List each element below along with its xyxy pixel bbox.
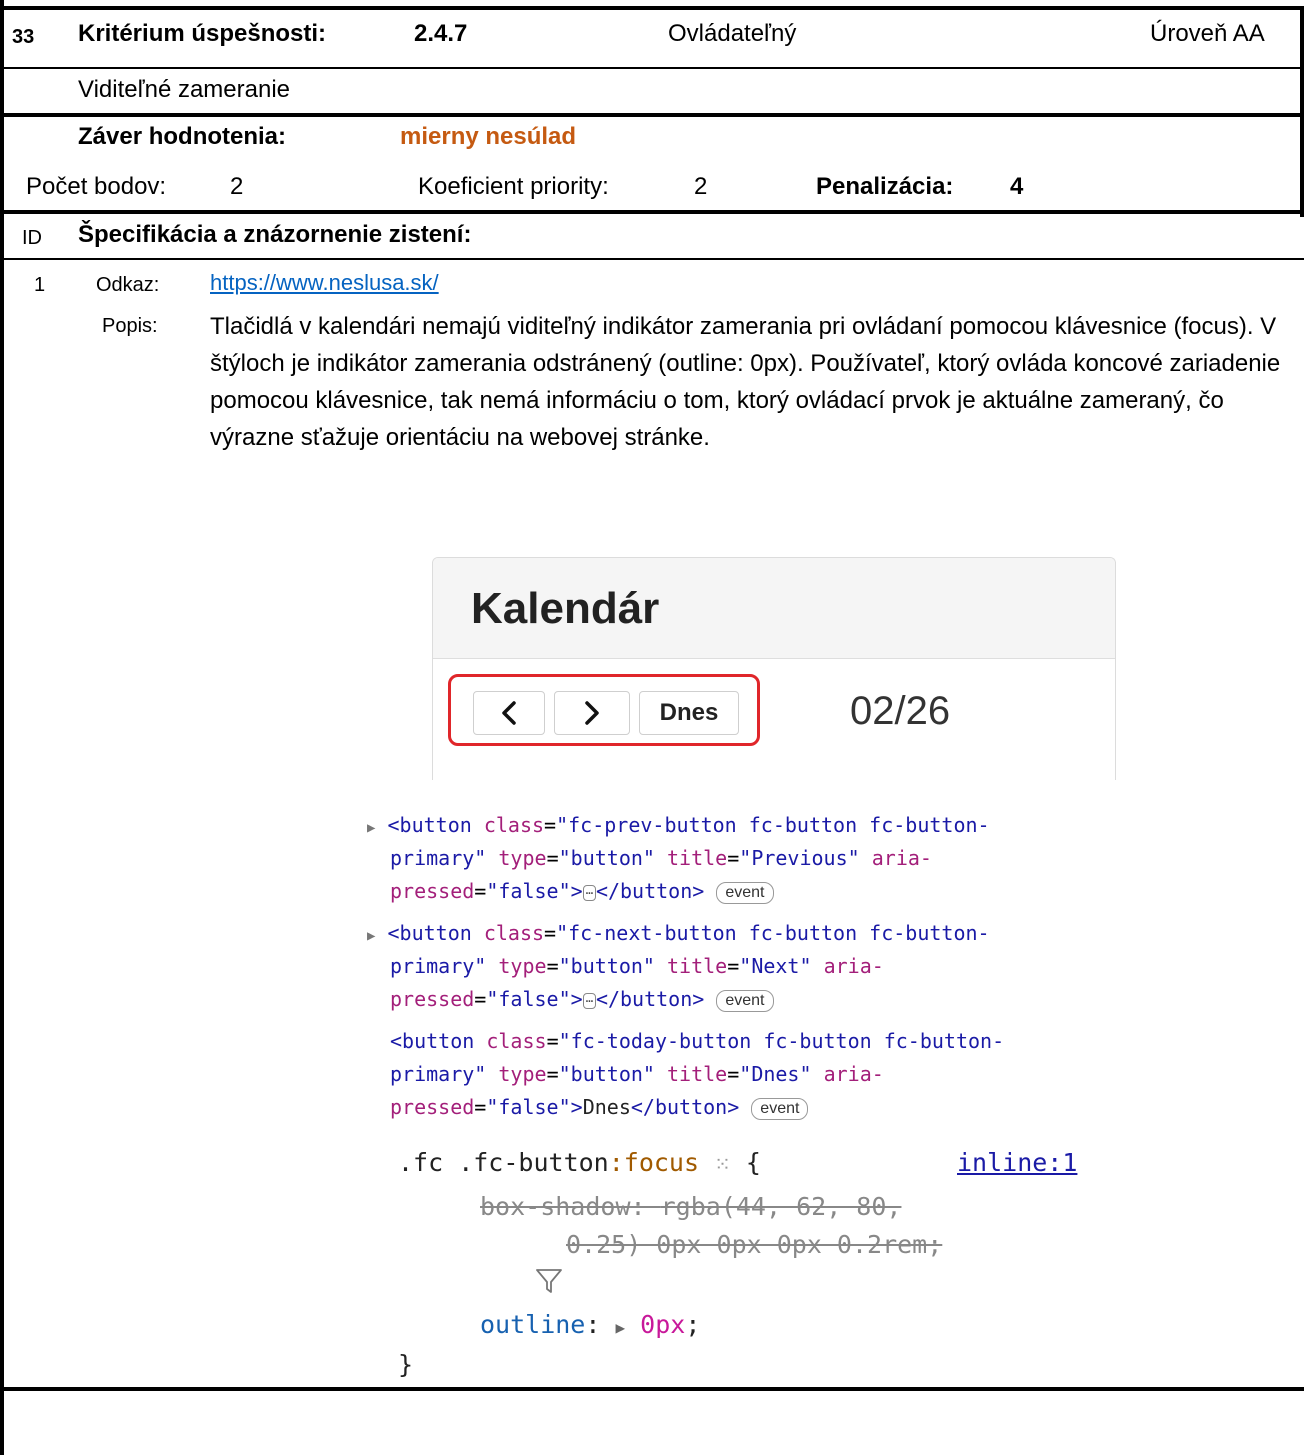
calendar-date: 02/26 bbox=[850, 689, 951, 733]
penalty-value: 4 bbox=[1010, 173, 1024, 200]
code-line: pressed="false">Dnes</button> event bbox=[390, 1092, 809, 1123]
css-struck-declaration: box-shadow: rgba(44, 62, 80, bbox=[480, 1192, 902, 1221]
collapsed-ellipsis-icon[interactable]: ⋯ bbox=[582, 884, 596, 901]
css-prop: box-shadow bbox=[480, 1192, 631, 1221]
calendar-header: Kalendár bbox=[433, 558, 1115, 659]
attr-type: button bbox=[570, 1062, 643, 1086]
event-badge[interactable]: event bbox=[751, 1097, 809, 1120]
chevron-left-icon bbox=[502, 701, 516, 725]
id-column-label: ID bbox=[22, 227, 42, 249]
css-value: rgba(44, 62, 80, bbox=[660, 1192, 902, 1221]
filter-icon[interactable] bbox=[534, 1266, 564, 1301]
attr-title: Dnes bbox=[751, 1062, 800, 1086]
css-rule-close: } bbox=[398, 1350, 414, 1379]
css-declaration: outline: ▶ 0px; bbox=[480, 1310, 701, 1339]
expand-triangle-icon[interactable]: ▶ bbox=[615, 1318, 625, 1337]
button-text-content: Dnes bbox=[582, 1095, 631, 1119]
link-label: Odkaz: bbox=[96, 274, 160, 296]
code-line: primary" type="button" title="Previous" … bbox=[390, 846, 932, 870]
css-value: 0px bbox=[640, 1310, 686, 1339]
code-line: <button class="fc-today-button fc-button… bbox=[390, 1029, 1005, 1053]
grid-dots-icon[interactable]: ⁙ bbox=[714, 1152, 731, 1176]
finding-url-link[interactable]: https://www.neslusa.sk/ bbox=[210, 268, 439, 298]
attr-type: button bbox=[570, 954, 643, 978]
attr-title: Previous bbox=[751, 846, 848, 870]
principle-name: Ovládateľný bbox=[668, 20, 797, 47]
attr-pressed: false bbox=[498, 987, 559, 1011]
row-divider bbox=[0, 258, 1304, 260]
css-pseudo: :focus bbox=[608, 1148, 700, 1177]
css-selector: .fc .fc-button bbox=[398, 1148, 609, 1177]
css-source-link[interactable]: inline:1 bbox=[957, 1143, 1077, 1183]
calendar-nav-highlight: Dnes bbox=[448, 674, 760, 746]
table-border-bottom bbox=[0, 1387, 1304, 1391]
css-struck-declaration-cont: 0.25) 0px 0px 0px 0.2rem; bbox=[566, 1230, 943, 1259]
points-value: 2 bbox=[230, 173, 244, 200]
attr-class: fc-today-button fc-button fc-button- bbox=[570, 1029, 1005, 1053]
css-prop: outline bbox=[480, 1310, 586, 1339]
expand-triangle-icon[interactable]: ▶ bbox=[367, 820, 375, 836]
code-line: pressed="false"> ⋯ </button> event bbox=[390, 984, 774, 1015]
css-rule-header: .fc .fc-button:focus ⁙ { bbox=[398, 1148, 761, 1177]
attr-title: Next bbox=[751, 954, 800, 978]
table-border-left bbox=[0, 0, 4, 1455]
expand-triangle-icon[interactable]: ▶ bbox=[367, 928, 375, 944]
code-line: primary" type="button" title="Next" aria… bbox=[390, 954, 884, 978]
code-line: ▶ <button class="fc-prev-button fc-butto… bbox=[367, 813, 990, 837]
table-border-right bbox=[1300, 6, 1304, 217]
chevron-right-icon bbox=[585, 701, 599, 725]
attr-class-cont: primary bbox=[390, 954, 475, 978]
attr-type: button bbox=[570, 846, 643, 870]
attr-pressed: false bbox=[498, 1095, 559, 1119]
finding-id: 1 bbox=[34, 274, 46, 296]
penalty-label: Penalizácia: bbox=[816, 173, 954, 200]
code-line: ▶ <button class="fc-next-button fc-butto… bbox=[367, 921, 990, 945]
code-line: pressed="false"> ⋯ </button> event bbox=[390, 876, 774, 907]
finding-description: Tlačidlá v kalendári nemajú viditeľný in… bbox=[210, 313, 1281, 451]
points-label: Počet bodov: bbox=[26, 173, 167, 200]
attr-class: fc-prev-button fc-button fc-button- bbox=[568, 813, 990, 837]
evaluation-label: Záver hodnotenia: bbox=[78, 123, 287, 150]
code-line: primary" type="button" title="Dnes" aria… bbox=[390, 1062, 884, 1086]
attr-class-cont: primary bbox=[390, 846, 475, 870]
collapsed-ellipsis-icon[interactable]: ⋯ bbox=[582, 992, 596, 1009]
findings-title: Špecifikácia a znázornenie zistení: bbox=[78, 221, 472, 248]
event-badge[interactable]: event bbox=[716, 881, 774, 904]
description-label: Popis: bbox=[102, 315, 158, 337]
conformance-level: Úroveň AA bbox=[1150, 20, 1265, 47]
row-divider bbox=[0, 67, 1304, 69]
evaluation-value: mierny nesúlad bbox=[400, 123, 577, 150]
calendar-prev-button[interactable] bbox=[473, 691, 545, 735]
criterion-name: Viditeľné zameranie bbox=[78, 76, 291, 103]
criterion-number: 33 bbox=[12, 26, 35, 48]
calendar-today-button[interactable]: Dnes bbox=[639, 691, 739, 735]
row-divider bbox=[0, 210, 1304, 214]
attr-class: fc-next-button fc-button fc-button- bbox=[568, 921, 990, 945]
event-badge[interactable]: event bbox=[716, 989, 774, 1012]
attr-pressed: false bbox=[498, 879, 559, 903]
row-divider bbox=[0, 113, 1304, 117]
calendar-next-button[interactable] bbox=[554, 691, 630, 735]
criterion-code: 2.4.7 bbox=[414, 20, 468, 47]
priority-label: Koeficient priority: bbox=[418, 173, 609, 200]
criterion-label: Kritérium úspešnosti: bbox=[78, 20, 327, 47]
calendar-screenshot: Kalendár Dnes 02/26 bbox=[432, 557, 1116, 780]
priority-value: 2 bbox=[694, 173, 708, 200]
calendar-title: Kalendár bbox=[471, 584, 660, 633]
attr-class-cont: primary bbox=[390, 1062, 475, 1086]
table-border-top bbox=[0, 6, 1304, 10]
